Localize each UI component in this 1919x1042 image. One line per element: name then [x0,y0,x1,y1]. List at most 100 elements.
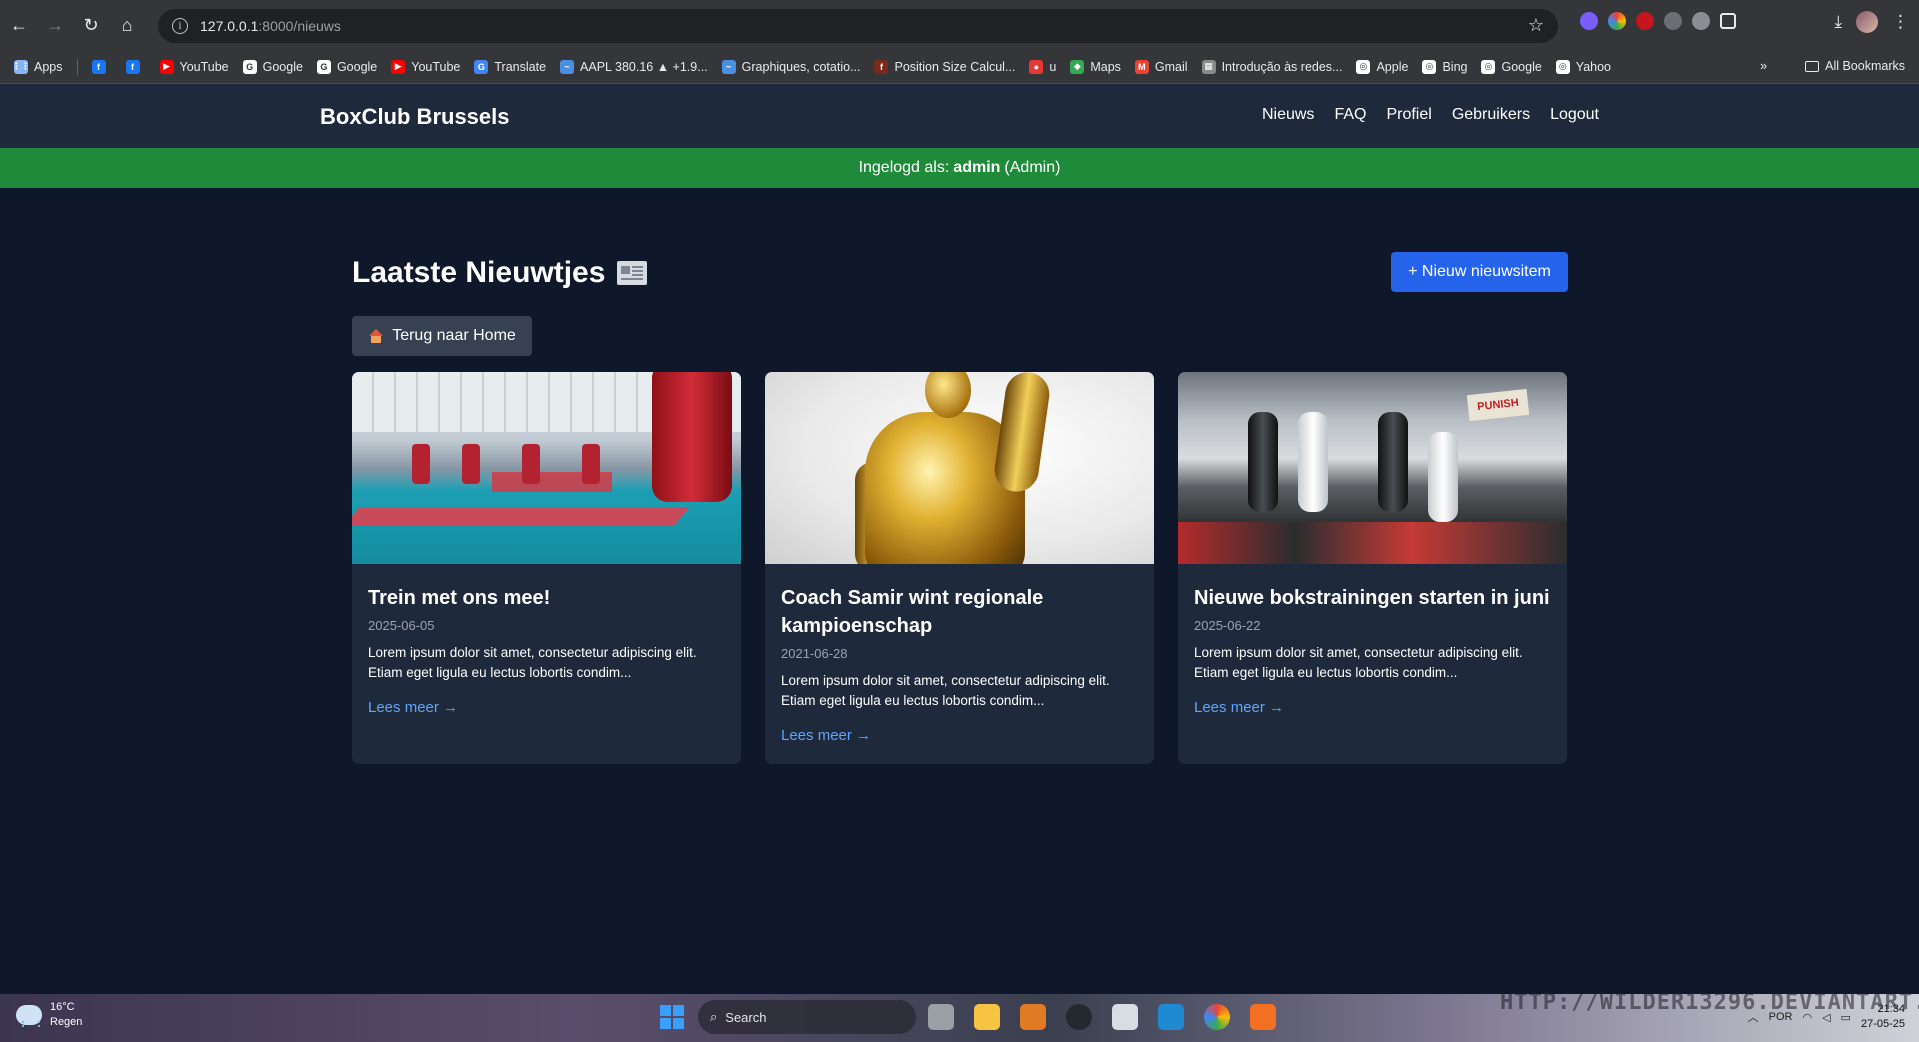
news-card-date: 2021-06-28 [781,646,848,661]
browser-actions: ⤓ ⋮ [1834,11,1909,33]
bookmark-item[interactable]: G Translate [474,59,546,74]
back-icon[interactable]: ← [2,8,36,42]
bookmark-label: Position Size Calcul... [894,59,1016,74]
github-icon[interactable] [1066,1004,1092,1030]
bookmark-item[interactable]: G Google [316,59,378,74]
bookmark-favicon-icon: G [474,59,489,74]
news-cards: Trein met ons mee! 2025-06-05 Lorem ipsu… [352,372,1567,764]
bookmark-label: Google [1501,59,1542,74]
page-title: Laatste Nieuwtjes [352,256,648,290]
clock-date: 27-05-25 [1860,1018,1905,1030]
login-status-banner: Ingelogd als: admin (Admin) [0,148,1919,188]
bookmark-item[interactable]: ▶ YouTube [159,59,229,74]
bookmark-label: Introdução às redes... [1221,59,1343,74]
bookmark-favicon-icon: ● [1029,59,1044,74]
address-bar[interactable]: i 127.0.0.1:8000/nieuws ☆ [158,9,1558,43]
new-news-item-button[interactable]: + Nieuw nieuwsitem [1391,252,1568,292]
news-card-excerpt: Lorem ipsum dolor sit amet, consectetur … [368,645,697,680]
task-view-icon[interactable] [928,1004,954,1030]
bookmark-item[interactable]: ~ AAPL 380.16 ▲ +1.9... [560,59,708,74]
forward-icon[interactable]: → [38,8,72,42]
bookmark-item[interactable]: ◎ Apple [1356,59,1408,74]
extension-icon[interactable] [1692,12,1710,30]
bookmark-item[interactable]: ◎ Bing [1422,59,1467,74]
read-more-link[interactable]: Lees meer → [368,699,458,716]
nav-link-nieuws[interactable]: Nieuws [1262,106,1314,124]
bookmark-item[interactable]: f Position Size Calcul... [874,59,1016,74]
bookmark-item[interactable]: ◆ Maps [1070,59,1121,74]
url-path: :8000/nieuws [258,18,341,34]
news-card-excerpt: Lorem ipsum dolor sit amet, consectetur … [781,673,1110,708]
taskbar-search[interactable]: ⌕ Search [698,1000,916,1034]
news-card-title[interactable]: Trein met ons mee! [368,584,725,612]
bookmark-favicon-icon: ◎ [1422,59,1437,74]
bookmark-favicon-icon: G [316,59,331,74]
extensions-puzzle-icon[interactable] [1720,13,1736,29]
vscode-icon[interactable] [1158,1004,1184,1030]
nav-link-gebruikers[interactable]: Gebruikers [1452,106,1530,124]
extension-icon[interactable] [1580,12,1598,30]
bookmark-star-icon[interactable]: ☆ [1528,15,1544,36]
windows-start-icon[interactable] [660,1005,684,1029]
news-card: PUNISH Nieuwe bokstrainingen starten in … [1178,372,1567,764]
bookmark-item[interactable]: ◎ Google [1481,59,1542,74]
more-bookmarks-icon[interactable]: » [1760,59,1767,73]
bookmark-item[interactable]: ● u [1029,59,1056,74]
reload-icon[interactable]: ↻ [74,8,108,42]
file-explorer-icon[interactable] [974,1004,1000,1030]
bookmark-label: Google [336,59,378,74]
bookmark-item[interactable]: G Google [242,59,303,74]
login-role: (Admin) [1004,159,1061,176]
extension-icon[interactable] [1608,12,1626,30]
extensions-area [1580,12,1736,30]
home-icon[interactable]: ⌂ [110,8,144,42]
taskbar-search-label: Search [725,1009,767,1025]
all-bookmarks-label: All Bookmarks [1825,59,1905,73]
bookmark-item[interactable]: M Gmail [1134,59,1188,74]
bookmark-item[interactable]: ▦ Introdução às redes... [1201,59,1343,74]
bookmark-item[interactable]: f [91,59,112,74]
bookmark-favicon-icon: ◎ [1356,59,1371,74]
all-bookmarks-folder[interactable]: All Bookmarks [1805,59,1905,73]
bookmark-item[interactable]: f [125,59,146,74]
xampp-icon[interactable] [1250,1004,1276,1030]
bookmark-favicon-icon: ▦ [1201,59,1216,74]
gym-photo [352,372,741,564]
extension-icon[interactable] [1636,12,1654,30]
news-card-title[interactable]: Coach Samir wint regionale kampioenschap [781,584,1138,640]
bookmark-item[interactable]: ~ Graphiques, cotatio... [721,59,860,74]
weather-widget[interactable]: 16°C Regen [16,1000,82,1030]
profile-avatar[interactable] [1856,11,1878,33]
read-more-link[interactable]: Lees meer → [1194,699,1284,716]
site-brand[interactable]: BoxClub Brussels [320,104,510,130]
search-icon: ⌕ [710,1009,718,1024]
bookmark-item[interactable]: ⋮⋮ Apps [12,59,63,74]
bookmark-item[interactable]: ▶ YouTube [391,59,461,74]
nav-link-logout[interactable]: Logout [1550,106,1599,124]
nav-link-profiel[interactable]: Profiel [1386,106,1431,124]
nav-links: Nieuws FAQ Profiel Gebruikers Logout [1262,106,1599,124]
bookmark-item[interactable]: ◎ Yahoo [1555,59,1611,74]
bookmark-favicon-icon: G [242,59,257,74]
bookmark-label: YouTube [411,59,461,74]
bookmarks-right: » All Bookmarks [1760,59,1905,73]
bookmark-label: Google [262,59,303,74]
login-username: admin [953,159,1001,176]
wallpaper-watermark: HTTP://WILDER13296.DEVIANTART.C [1500,990,1919,1015]
news-card: Trein met ons mee! 2025-06-05 Lorem ipsu… [352,372,741,764]
fl-studio-icon[interactable] [1020,1004,1046,1030]
bookmark-favicon-icon: ~ [560,59,575,74]
page-title-text: Laatste Nieuwtjes [352,256,606,289]
read-more-link[interactable]: Lees meer → [781,727,871,744]
extension-icon[interactable] [1664,12,1682,30]
news-card-title[interactable]: Nieuwe bokstrainingen starten in juni [1194,584,1551,612]
bookmarks-bar: ⋮⋮ Apps f f ▶ YouTube G Google G Google ▶ YouTube G T… [0,50,1919,84]
nav-link-faq[interactable]: FAQ [1334,106,1366,124]
site-info-icon[interactable]: i [172,18,188,34]
back-home-label: Terug naar Home [392,327,516,344]
snipping-tool-icon[interactable] [1112,1004,1138,1030]
back-home-button[interactable]: Terug naar Home [352,316,532,356]
chrome-icon[interactable] [1204,1004,1230,1030]
download-icon[interactable]: ⤓ [1834,12,1842,32]
menu-kebab-icon[interactable]: ⋮ [1892,12,1909,32]
